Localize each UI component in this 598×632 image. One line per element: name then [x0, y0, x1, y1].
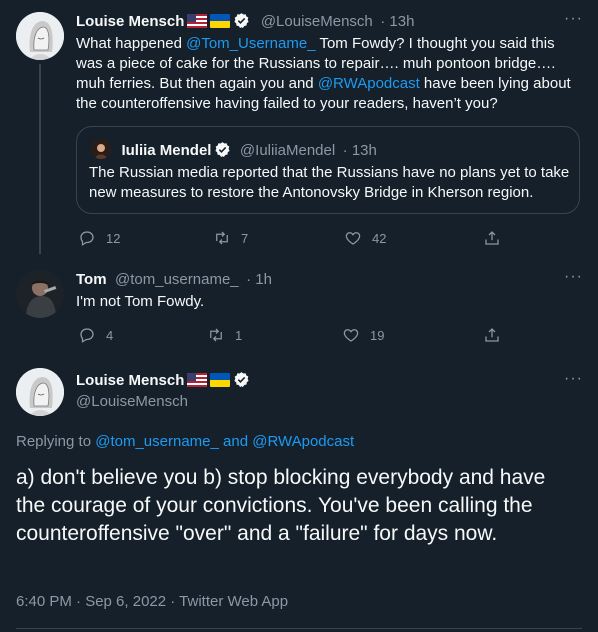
- louise-avatar[interactable]: [16, 368, 64, 416]
- more-dots-icon[interactable]: ···: [564, 370, 583, 388]
- thread-line: [39, 64, 41, 254]
- reply-count: 4: [106, 327, 114, 343]
- tweet-body: What happened @Tom_Username_ Tom Fowdy? …: [76, 35, 571, 112]
- ukraine-flag-icon: [210, 14, 231, 28]
- reply-button[interactable]: 12: [78, 229, 120, 247]
- tweet-timestamp[interactable]: 6:40 PM · Sep 6, 2022 · Twitter Web App: [16, 592, 288, 612]
- reply-count: 12: [106, 230, 121, 246]
- more-dots-icon[interactable]: ···: [564, 268, 583, 286]
- author-name[interactable]: Louise Mensch: [76, 13, 184, 30]
- tweet-time[interactable]: · 1h: [246, 271, 272, 288]
- quote-body: The Russian media reported that the Russ…: [89, 164, 570, 201]
- tom-avatar[interactable]: [16, 270, 64, 318]
- mention-link[interactable]: @RWApodcast: [318, 75, 420, 92]
- replying-to: Replying to @tom_username_ and @RWApodca…: [16, 433, 355, 450]
- quote-avatar: [91, 139, 111, 159]
- verified-badge-icon: [214, 141, 231, 158]
- tweet-time[interactable]: · 13h: [380, 13, 414, 30]
- main-tweet-body: a) don't believe you b) stop blocking ev…: [16, 466, 546, 545]
- author-name[interactable]: Louise Mensch: [76, 372, 184, 389]
- mention-link[interactable]: @tom_username_: [95, 433, 219, 450]
- quote-author-name: Iuliia Mendel: [121, 142, 212, 159]
- quote-time: · 13h: [342, 142, 377, 159]
- mention-link[interactable]: @RWApodcast: [252, 433, 354, 450]
- quote-author-handle: @IuliiaMendel: [239, 142, 336, 159]
- retweet-icon: [216, 231, 228, 245]
- retweet-button[interactable]: 7: [213, 229, 248, 247]
- author-handle[interactable]: @tom_username_: [115, 271, 239, 288]
- like-icon: [345, 232, 361, 245]
- like-count: 19: [370, 327, 385, 343]
- us-flag-icon: [187, 373, 208, 387]
- mention-link[interactable]: @Tom_Username_: [186, 35, 315, 52]
- author-handle[interactable]: @LouiseMensch: [261, 13, 373, 30]
- author-name[interactable]: Tom: [76, 271, 107, 288]
- verified-badge-icon: [233, 371, 250, 388]
- more-dots-icon[interactable]: ···: [564, 10, 583, 28]
- reply-icon: [80, 328, 94, 343]
- reply-icon: [80, 231, 94, 246]
- share-icon: [485, 328, 499, 342]
- like-icon: [343, 329, 359, 342]
- quoted-tweet[interactable]: Iuliia Mendel @IuliiaMendel · 13h The Ru…: [76, 126, 580, 214]
- like-count: 42: [372, 230, 387, 246]
- retweet-count: 1: [235, 327, 243, 343]
- louise-avatar[interactable]: [16, 12, 64, 60]
- reply-button[interactable]: 4: [78, 326, 113, 344]
- like-button[interactable]: 42: [344, 229, 386, 247]
- divider: [16, 628, 582, 629]
- tweet-body: I'm not Tom Fowdy.: [76, 293, 205, 310]
- ukraine-flag-icon: [210, 373, 231, 387]
- retweet-count: 7: [241, 230, 249, 246]
- share-icon: [485, 231, 499, 245]
- like-button[interactable]: 19: [342, 326, 384, 344]
- verified-badge-icon: [233, 12, 250, 29]
- share-button[interactable]: [483, 326, 501, 344]
- us-flag-icon: [187, 14, 208, 28]
- retweet-button[interactable]: 1: [207, 326, 242, 344]
- retweet-icon: [210, 328, 222, 342]
- author-handle[interactable]: @LouiseMensch: [76, 392, 188, 412]
- share-button[interactable]: [483, 229, 501, 247]
